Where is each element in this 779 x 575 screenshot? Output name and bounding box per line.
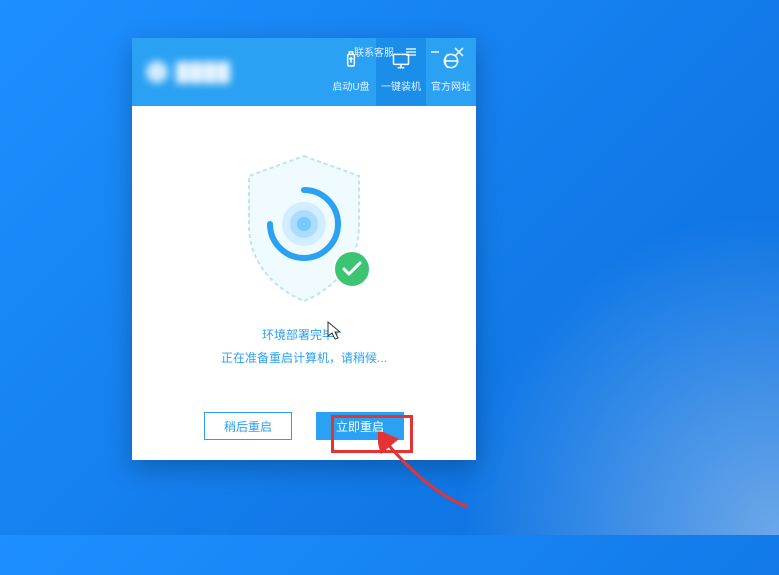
success-check-icon xyxy=(333,250,371,288)
content-area: 环境部署完毕！ 正在准备重启计算机，请稍候... 稍后重启 立即重启 xyxy=(132,106,476,460)
close-icon[interactable] xyxy=(452,45,466,59)
restart-later-button[interactable]: 稍后重启 xyxy=(204,412,292,440)
minimize-icon[interactable] xyxy=(428,45,442,59)
contact-support-link[interactable]: 联系客服 xyxy=(354,44,394,59)
window-controls: 联系客服 xyxy=(344,38,476,65)
shield-graphic xyxy=(229,146,379,306)
brand-icon xyxy=(146,61,168,83)
app-window: ████ 启动U盘 xyxy=(132,38,476,460)
title-bar: ████ 启动U盘 xyxy=(132,38,476,106)
status-text-primary: 环境部署完毕！ xyxy=(262,326,346,343)
status-text-secondary: 正在准备重启计算机，请稍候... xyxy=(221,349,387,366)
brand-text: ████ xyxy=(176,62,231,83)
brand-area: ████ xyxy=(132,38,326,106)
tab-label: 启动U盘 xyxy=(332,78,369,93)
tab-label: 官方网址 xyxy=(431,78,471,93)
button-row: 稍后重启 立即重启 xyxy=(132,412,476,440)
menu-icon[interactable] xyxy=(404,45,418,59)
restart-now-button[interactable]: 立即重启 xyxy=(316,412,404,440)
tab-label: 一键装机 xyxy=(381,78,421,93)
